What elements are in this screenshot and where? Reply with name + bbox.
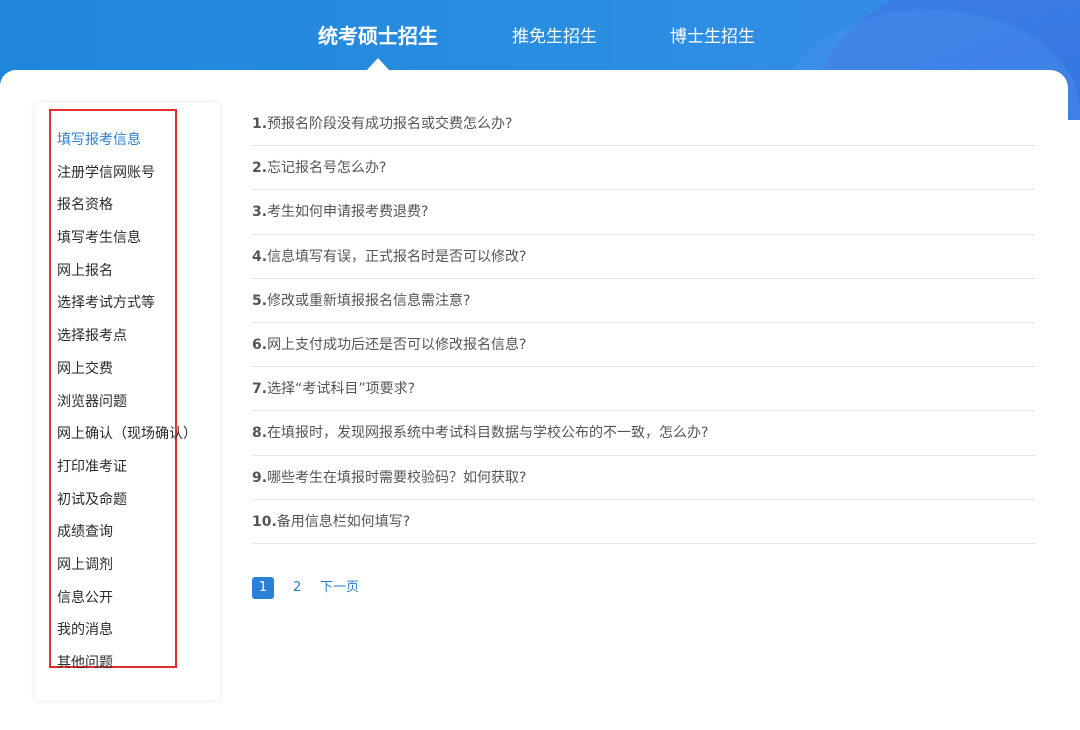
- faq-item[interactable]: 1.预报名阶段没有成功报名或交费怎么办?: [252, 102, 1035, 147]
- faq-question[interactable]: 在填报时，发现网报系统中考试科目数据与学校公布的不一致，怎么办?: [267, 425, 708, 441]
- faq-question[interactable]: 信息填写有误，正式报名时是否可以修改?: [267, 249, 526, 265]
- next-page-button[interactable]: 下一页: [320, 577, 359, 599]
- sidebar-item-exam-site[interactable]: 选择报考点: [57, 320, 197, 353]
- sidebar-item-fill-application-info[interactable]: 填写报考信息: [57, 124, 197, 157]
- sidebar-item-info-disclosure[interactable]: 信息公开: [57, 582, 197, 615]
- sidebar-item-online-registration[interactable]: 网上报名: [57, 255, 197, 288]
- sidebar-item-fill-candidate-info[interactable]: 填写考生信息: [57, 222, 197, 255]
- sidebar-item-exam-method[interactable]: 选择考试方式等: [57, 287, 197, 320]
- active-tab-indicator: [367, 58, 389, 70]
- top-nav: 统考硕士招生 推免生招生 博士生招生: [0, 0, 1080, 72]
- tab-doctoral-admission[interactable]: 博士生招生: [670, 22, 755, 47]
- faq-number: 8.: [252, 425, 268, 442]
- sidebar-item-preliminary-exam[interactable]: 初试及命题: [57, 484, 197, 517]
- faq-number: 1.: [252, 116, 268, 132]
- faq-question[interactable]: 网上支付成功后还是否可以修改报名信息?: [267, 337, 526, 353]
- tab-recommended-admission[interactable]: 推免生招生: [512, 22, 597, 47]
- sidebar-item-online-payment[interactable]: 网上交费: [57, 353, 197, 386]
- sidebar-item-browser-issues[interactable]: 浏览器问题: [57, 386, 197, 419]
- faq-item[interactable]: 8.在填报时，发现网报系统中考试科目数据与学校公布的不一致，怎么办?: [252, 411, 1035, 456]
- faq-number: 10.: [252, 513, 277, 530]
- tab-unified-master[interactable]: 统考硕士招生: [318, 20, 438, 49]
- sidebar-item-online-adjustment[interactable]: 网上调剂: [57, 549, 197, 582]
- page-2-button[interactable]: 2: [293, 577, 301, 599]
- faq-item[interactable]: 2.忘记报名号怎么办?: [252, 146, 1035, 191]
- faq-question[interactable]: 忘记报名号怎么办?: [267, 160, 386, 176]
- faq-question[interactable]: 选择“考试科目”项要求?: [267, 381, 415, 397]
- faq-number: 3.: [252, 204, 268, 221]
- faq-number: 4.: [252, 248, 268, 265]
- sidebar-item-register-chsi-account[interactable]: 注册学信网账号: [57, 157, 197, 190]
- faq-number: 6.: [252, 336, 268, 353]
- faq-item[interactable]: 4.信息填写有误，正式报名时是否可以修改?: [252, 235, 1035, 279]
- faq-number: 9.: [252, 469, 268, 486]
- faq-item[interactable]: 3.考生如何申请报考费退费?: [252, 190, 1035, 235]
- sidebar-item-my-messages[interactable]: 我的消息: [57, 614, 197, 647]
- sidebar-item-other-questions[interactable]: 其他问题: [57, 647, 197, 680]
- sidebar-menu: 填写报考信息 注册学信网账号 报名资格 填写考生信息 网上报名 选择考试方式等 …: [57, 124, 197, 680]
- sidebar-item-score-inquiry[interactable]: 成绩查询: [57, 516, 197, 549]
- faq-item[interactable]: 9.哪些考生在填报时需要校验码？如何获取?: [252, 456, 1035, 500]
- sidebar-item-eligibility[interactable]: 报名资格: [57, 189, 197, 222]
- faq-number: 2.: [252, 160, 268, 177]
- faq-question[interactable]: 考生如何申请报考费退费?: [267, 204, 428, 220]
- faq-question[interactable]: 预报名阶段没有成功报名或交费怎么办?: [267, 116, 512, 132]
- faq-number: 5.: [252, 292, 268, 309]
- page-1-button[interactable]: 1: [252, 577, 274, 599]
- faq-question[interactable]: 哪些考生在填报时需要校验码？如何获取?: [267, 470, 526, 486]
- faq-item[interactable]: 10.备用信息栏如何填写?: [252, 500, 1035, 544]
- faq-question[interactable]: 备用信息栏如何填写?: [277, 514, 410, 530]
- faq-item[interactable]: 5.修改或重新填报报名信息需注意?: [252, 279, 1035, 323]
- faq-item[interactable]: 6.网上支付成功后还是否可以修改报名信息?: [252, 323, 1035, 368]
- faq-item[interactable]: 7.选择“考试科目”项要求?: [252, 367, 1035, 412]
- faq-number: 7.: [252, 381, 268, 398]
- sidebar-item-print-admission-ticket[interactable]: 打印准考证: [57, 451, 197, 484]
- sidebar-item-online-confirmation[interactable]: 网上确认（现场确认）: [57, 418, 197, 451]
- faq-list: 1.预报名阶段没有成功报名或交费怎么办? 2.忘记报名号怎么办? 3.考生如何申…: [252, 102, 1035, 544]
- faq-question[interactable]: 修改或重新填报报名信息需注意?: [267, 293, 470, 309]
